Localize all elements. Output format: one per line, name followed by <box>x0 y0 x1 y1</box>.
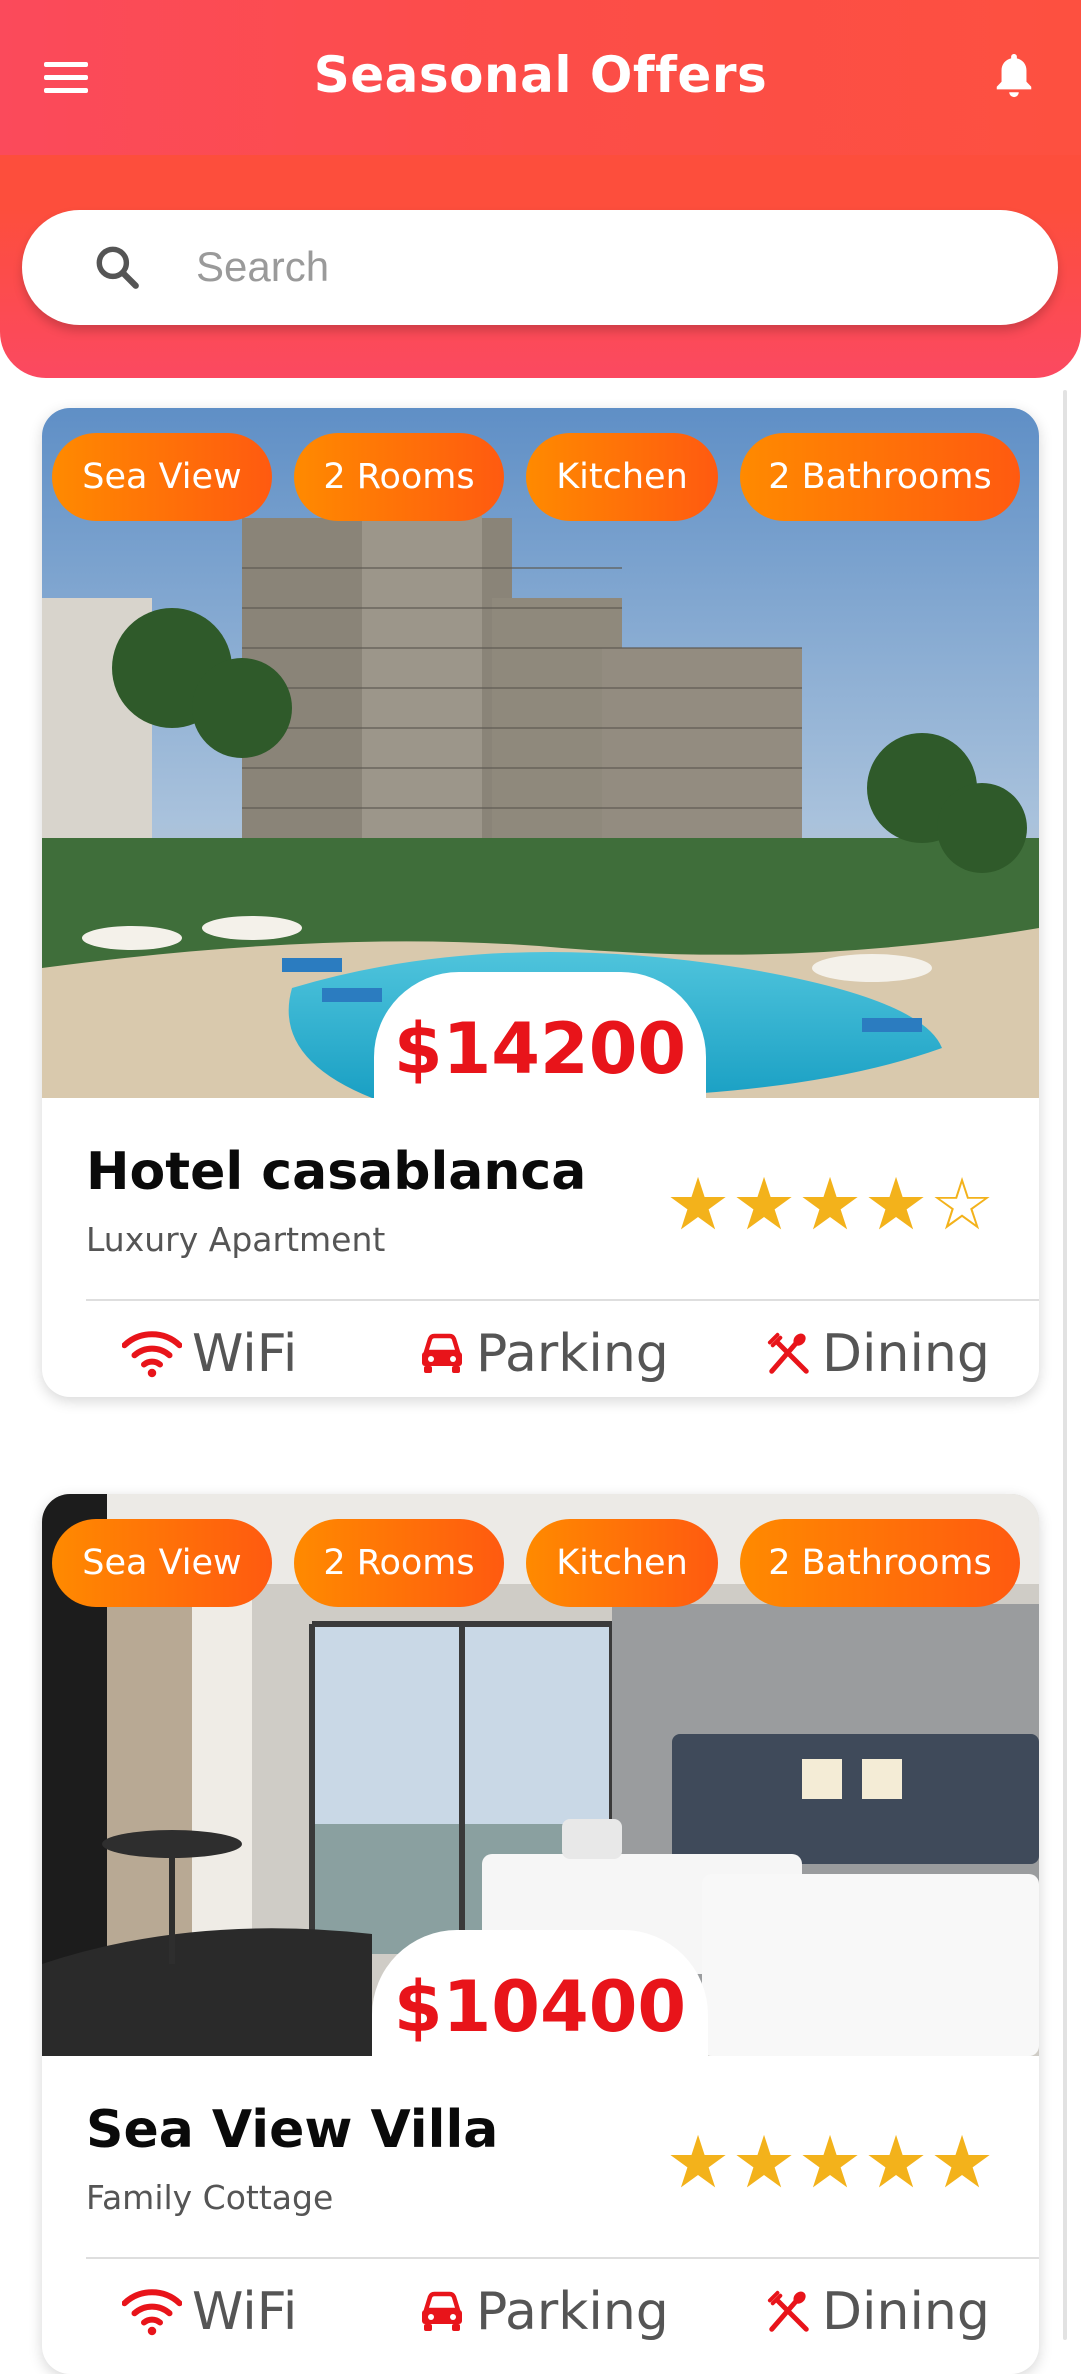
star-filled-icon: ★ <box>797 2120 863 2204</box>
amenity-parking: Parking <box>418 2272 669 2352</box>
amenity-label: Dining <box>822 1324 990 1384</box>
tag-kitchen: Kitchen <box>526 1519 718 1607</box>
wifi-icon <box>122 2289 182 2336</box>
star-filled-icon: ★ <box>929 2120 995 2204</box>
divider <box>86 2257 1039 2259</box>
amenity-wifi: WiFi <box>122 1314 297 1394</box>
listing-subtitle: Family Cottage <box>86 2178 334 2217</box>
divider <box>86 1299 1039 1301</box>
amenity-wifi: WiFi <box>122 2272 297 2352</box>
star-rating: ★★★★☆ <box>664 1162 995 1246</box>
listing-card[interactable]: Sea View 2 Rooms Kitchen 2 Bathrooms $14… <box>42 408 1039 1397</box>
listing-card[interactable]: Sea View 2 Rooms Kitchen 2 Bathrooms $10… <box>42 1494 1039 2374</box>
page-title: Seasonal Offers <box>313 46 768 104</box>
price: $14200 <box>393 1008 687 1090</box>
tag-sea-view: Sea View <box>52 1519 272 1607</box>
notification-bell-icon[interactable] <box>991 50 1037 102</box>
header-panel: Seasonal Offers <box>0 0 1081 378</box>
amenity-parking: Parking <box>418 1314 669 1394</box>
listing-subtitle: Luxury Apartment <box>86 1220 386 1259</box>
listing-title: Hotel casablanca <box>86 1142 587 1202</box>
wifi-icon <box>122 1331 182 1378</box>
amenity-dining: Dining <box>766 1314 990 1394</box>
star-filled-icon: ★ <box>665 1162 731 1246</box>
listing-title: Sea View Villa <box>86 2100 499 2160</box>
utensils-icon <box>767 2290 809 2332</box>
price-badge: $10400 <box>372 1930 708 2100</box>
utensils-icon <box>767 1332 809 1374</box>
amenity-label: WiFi <box>192 1324 298 1384</box>
amenity-label: WiFi <box>192 2282 298 2342</box>
tag-kitchen: Kitchen <box>526 433 718 521</box>
amenity-label: Parking <box>476 2282 669 2342</box>
search-icon <box>96 246 139 289</box>
amenity-label: Dining <box>822 2282 990 2342</box>
app-bar: Seasonal Offers <box>0 0 1081 155</box>
car-icon <box>422 1333 462 1373</box>
search-input[interactable] <box>194 232 1014 302</box>
scrollbar[interactable] <box>1063 390 1067 2340</box>
star-filled-icon: ★ <box>731 2120 797 2204</box>
star-filled-icon: ★ <box>863 2120 929 2204</box>
star-filled-icon: ★ <box>731 1162 797 1246</box>
tag-bathrooms: 2 Bathrooms <box>740 1519 1020 1607</box>
star-filled-icon: ★ <box>863 1162 929 1246</box>
car-icon <box>422 2291 462 2331</box>
price: $10400 <box>393 1966 687 2048</box>
tag-rooms: 2 Rooms <box>294 433 504 521</box>
tag-sea-view: Sea View <box>52 433 272 521</box>
tag-rooms: 2 Rooms <box>294 1519 504 1607</box>
amenity-dining: Dining <box>766 2272 990 2352</box>
star-rating: ★★★★★ <box>664 2120 995 2204</box>
price-badge: $14200 <box>374 972 706 1142</box>
amenity-label: Parking <box>476 1324 669 1384</box>
star-filled-icon: ★ <box>665 2120 731 2204</box>
star-filled-icon: ★ <box>797 1162 863 1246</box>
star-outline-icon: ☆ <box>929 1162 995 1246</box>
search-bar[interactable] <box>22 210 1058 325</box>
tag-bathrooms: 2 Bathrooms <box>740 433 1020 521</box>
